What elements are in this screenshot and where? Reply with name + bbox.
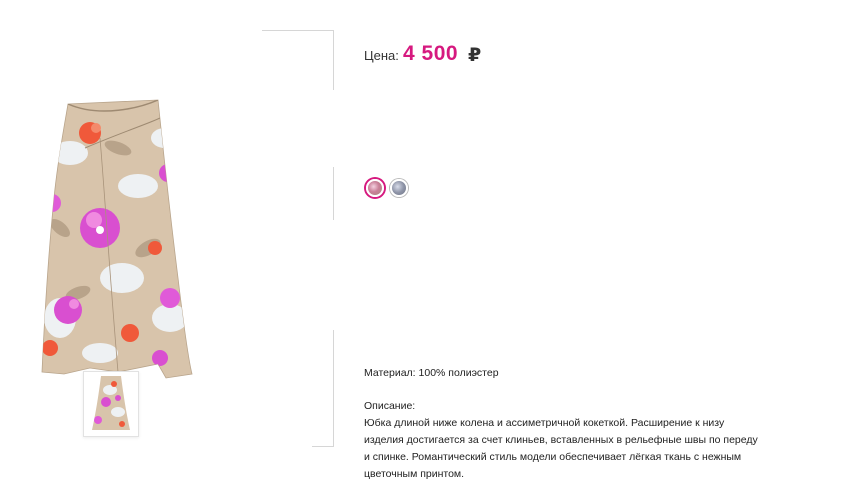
color-swatch-blue-floral[interactable]	[390, 179, 408, 197]
description-line: изделия достигается за счет клиньев, вст…	[364, 434, 758, 446]
material-info: Материал: 100% полиэстер	[364, 367, 499, 379]
currency-symbol: ₽	[468, 45, 482, 66]
divider-bottom-vertical	[333, 330, 334, 446]
description-line: Юбка длиной ниже колена и ассиметричной …	[364, 417, 725, 429]
divider-top	[262, 30, 334, 31]
price-value: 4 500	[403, 42, 459, 65]
description-heading: Описание:	[364, 400, 416, 412]
description-line: и спинке. Романтический стиль модели обе…	[364, 451, 742, 463]
product-thumbnail[interactable]	[83, 371, 139, 437]
product-main-image[interactable]	[30, 78, 210, 382]
description-text: Юбка длиной ниже колена и ассиметричной …	[364, 415, 804, 483]
price-label: Цена:	[364, 48, 399, 63]
divider-bottom	[312, 446, 334, 447]
description-line: цветочным принтом.	[364, 468, 465, 480]
thumbnail-image	[92, 376, 130, 430]
divider-top-vertical	[333, 30, 334, 90]
divider-middle-vertical	[333, 167, 334, 220]
color-swatch-pink-floral[interactable]	[366, 179, 384, 197]
